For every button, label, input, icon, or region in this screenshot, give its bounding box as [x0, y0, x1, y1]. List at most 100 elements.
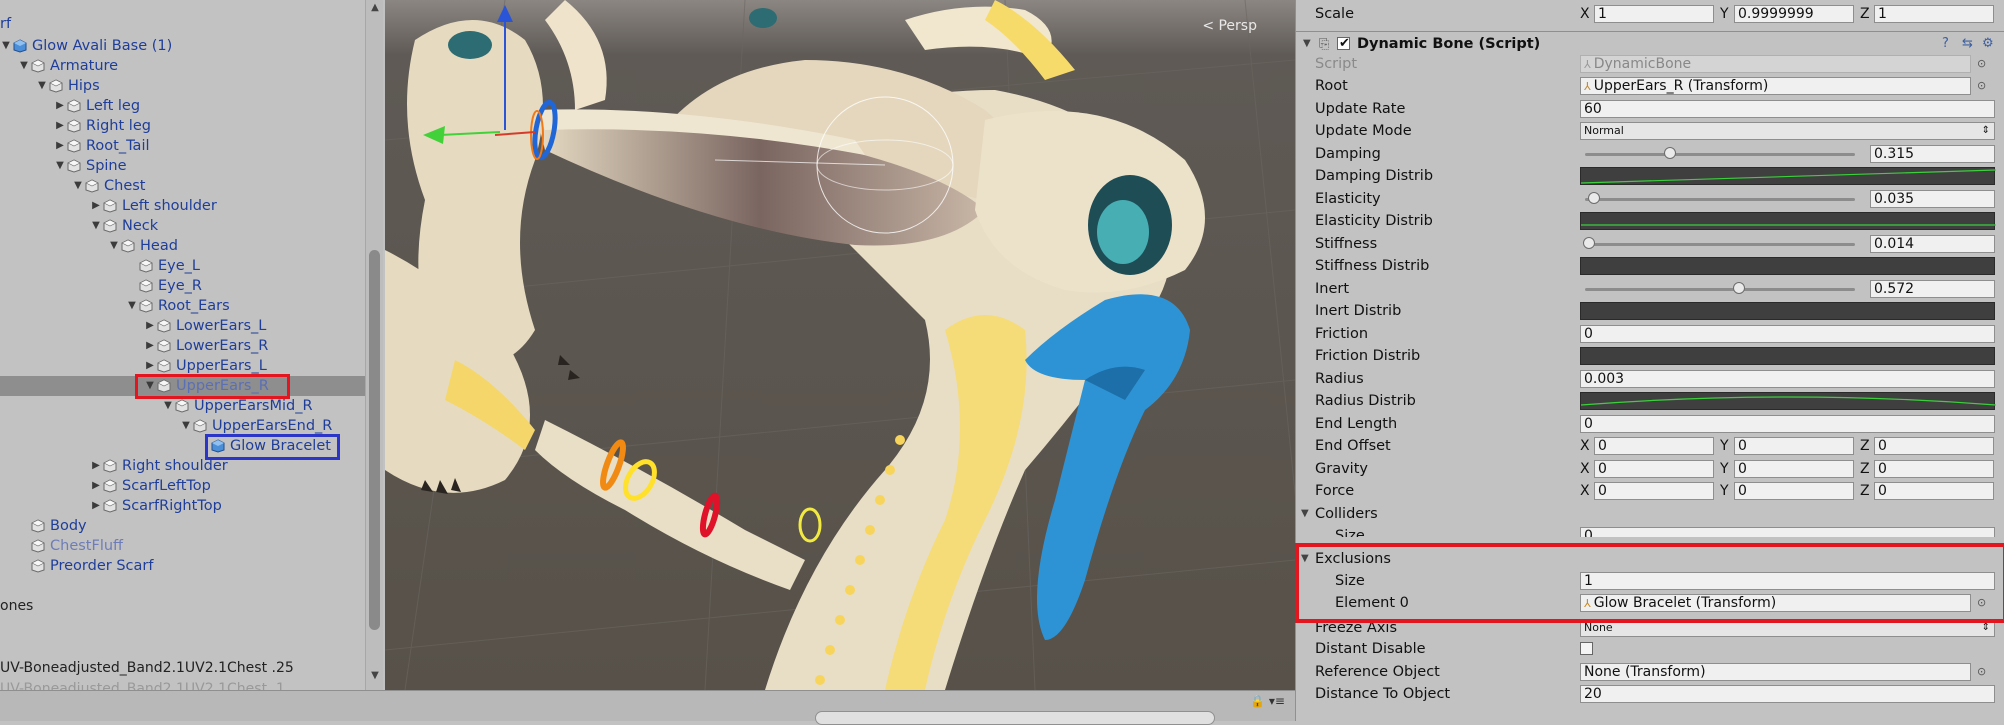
object-picker-icon[interactable]: ⊙: [1977, 53, 1986, 75]
component-enabled-checkbox[interactable]: ✔: [1337, 36, 1350, 51]
hierarchy-item[interactable]: Preorder Scarf: [0, 556, 365, 576]
update-mode-dropdown[interactable]: Normal: [1580, 122, 1995, 140]
distance-to-object-field[interactable]: 20: [1580, 685, 1995, 703]
object-picker-icon[interactable]: ⊙: [1977, 592, 1986, 614]
force-z-field[interactable]: 0: [1874, 482, 1994, 500]
hierarchy-item[interactable]: ▼ Root_Ears: [0, 296, 365, 316]
damping-distrib-curve[interactable]: [1580, 167, 1997, 185]
end-offset-x-field[interactable]: 0: [1594, 437, 1714, 455]
help-icon[interactable]: ?: [1942, 33, 1949, 55]
hierarchy-item[interactable]: ▶ Left leg: [0, 96, 365, 116]
hierarchy-item[interactable]: ▶ ScarfRightTop: [0, 496, 365, 516]
end-offset-y-field[interactable]: 0: [1734, 437, 1854, 455]
force-x-field[interactable]: 0: [1594, 482, 1714, 500]
radius-field[interactable]: 0.003: [1580, 370, 1995, 388]
hierarchy-item[interactable]: ▼ Head: [0, 236, 365, 256]
fold-open-icon[interactable]: ▼: [18, 56, 30, 76]
stiffness-distrib-curve[interactable]: [1580, 257, 1995, 275]
reference-object-field[interactable]: None (Transform): [1580, 663, 1971, 681]
root-field[interactable]: ⅄ UpperEars_R (Transform): [1580, 77, 1971, 95]
freeze-axis-dropdown[interactable]: None: [1580, 619, 1995, 637]
scale-x-field[interactable]: 1: [1594, 5, 1714, 23]
damping-value-field[interactable]: 0.315: [1870, 145, 1995, 163]
fold-open-icon[interactable]: ▼: [36, 76, 48, 96]
fold-open-icon[interactable]: ▼: [1301, 503, 1309, 525]
hierarchy-item[interactable]: ▼ Hips: [0, 76, 365, 96]
elasticity-slider-track[interactable]: [1585, 198, 1855, 201]
fold-open-icon[interactable]: ▼: [72, 176, 84, 196]
hierarchy-item[interactable]: ▼ Armature: [0, 56, 365, 76]
distant-disable-checkbox[interactable]: [1580, 642, 1593, 655]
hierarchy-item[interactable]: Eye_R: [0, 276, 365, 296]
fold-open-icon[interactable]: ▼: [54, 156, 66, 176]
fold-closed-icon[interactable]: ▶: [90, 476, 102, 496]
hierarchy-item[interactable]: ▶ Left shoulder: [0, 196, 365, 216]
scale-y-field[interactable]: 0.9999999: [1734, 5, 1854, 23]
fold-open-icon[interactable]: ▼: [108, 236, 120, 256]
gravity-y-field[interactable]: 0: [1734, 460, 1854, 478]
inert-slider-handle[interactable]: [1733, 282, 1746, 294]
object-picker-icon[interactable]: ⊙: [1977, 661, 1986, 683]
fold-open-icon[interactable]: ▼: [0, 36, 12, 56]
scale-z-field[interactable]: 1: [1874, 5, 1994, 23]
fold-closed-icon[interactable]: ▶: [90, 456, 102, 476]
stiffness-slider-handle[interactable]: [1582, 237, 1595, 249]
update-rate-field[interactable]: 60: [1580, 100, 1995, 118]
fold-closed-icon[interactable]: ▶: [90, 196, 102, 216]
colliders-size-field[interactable]: 0: [1580, 527, 1995, 537]
fold-open-icon[interactable]: ▼: [1303, 33, 1311, 55]
component-header[interactable]: ▼ ⎘ ✔ Dynamic Bone (Script)? ⇆ ⚙: [1295, 33, 2004, 55]
fold-closed-icon[interactable]: ▶: [144, 316, 156, 336]
persp-label[interactable]: < Persp: [1202, 18, 1257, 34]
fold-open-icon[interactable]: ▼: [1301, 548, 1309, 570]
asset-name-line-1[interactable]: UV-Boneadjusted_Band2.1UV2.1Chest .25: [0, 660, 294, 676]
gear-icon[interactable]: ⚙: [1982, 33, 1994, 55]
scrollbar-thumb[interactable]: [369, 250, 380, 630]
hierarchy-item[interactable]: ▶ UpperEars_L: [0, 356, 365, 376]
elasticity-value-field[interactable]: 0.035: [1870, 190, 1995, 208]
inert-value-field[interactable]: 0.572: [1870, 280, 1995, 298]
elasticity-distrib-curve[interactable]: [1580, 212, 1996, 230]
gravity-x-field[interactable]: 0: [1594, 460, 1714, 478]
hierarchy-item[interactable]: ▼ Spine: [0, 156, 365, 176]
fold-closed-icon[interactable]: ▶: [54, 136, 66, 156]
object-picker-icon[interactable]: ⊙: [1977, 75, 1986, 97]
hierarchy-item[interactable]: Eye_L: [0, 256, 365, 276]
end-offset-z-field[interactable]: 0: [1874, 437, 1994, 455]
fold-open-icon[interactable]: ▼: [162, 396, 174, 416]
hierarchy-item[interactable]: ▼ Neck: [0, 216, 365, 236]
hierarchy-item[interactable]: Body: [0, 516, 365, 536]
elasticity-slider-handle[interactable]: [1588, 192, 1601, 204]
scroll-up-icon[interactable]: ▲: [366, 2, 384, 13]
stiffness-value-field[interactable]: 0.014: [1870, 235, 1995, 253]
fold-closed-icon[interactable]: ▶: [90, 496, 102, 516]
hierarchy-item[interactable]: ChestFluff: [0, 536, 365, 556]
preset-icon[interactable]: ⇆: [1962, 33, 1973, 55]
end-length-field[interactable]: 0: [1580, 415, 1995, 433]
exclusions-element0-field[interactable]: ⅄ Glow Bracelet (Transform): [1580, 594, 1971, 612]
friction-distrib-curve[interactable]: [1580, 347, 1995, 365]
damping-slider-handle[interactable]: [1664, 147, 1677, 159]
hierarchy-item[interactable]: ▶ LowerEars_L: [0, 316, 365, 336]
fold-closed-icon[interactable]: ▶: [144, 336, 156, 356]
hierarchy-bones-text[interactable]: ones: [0, 598, 33, 614]
search-field[interactable]: [815, 711, 1215, 725]
fold-closed-icon[interactable]: ▶: [54, 96, 66, 116]
exclusions-size-field[interactable]: 1: [1580, 572, 1995, 590]
hierarchy-item[interactable]: ▶ Right leg: [0, 116, 365, 136]
inert-distrib-curve[interactable]: [1580, 302, 1995, 320]
inert-slider-track[interactable]: [1585, 288, 1855, 291]
damping-slider-track[interactable]: [1585, 153, 1855, 156]
hierarchy-item[interactable]: ▼ Chest: [0, 176, 365, 196]
hierarchy-item[interactable]: ▶ ScarfLeftTop: [0, 476, 365, 496]
hierarchy-item[interactable]: ▼ Glow Avali Base (1): [0, 36, 365, 56]
hierarchy-item[interactable]: ▶ LowerEars_R: [0, 336, 365, 356]
gravity-z-field[interactable]: 0: [1874, 460, 1994, 478]
friction-field[interactable]: 0: [1580, 325, 1995, 343]
radius-distrib-curve[interactable]: [1580, 392, 1997, 410]
hierarchy-item[interactable]: ▼ UpperEarsEnd_R: [0, 416, 365, 436]
scene-view[interactable]: < Persp: [385, 0, 1295, 690]
lock-icon[interactable]: 🔒 ▾≡: [1250, 694, 1285, 708]
hierarchy-item[interactable]: ▶ Root_Tail: [0, 136, 365, 156]
hierarchy-scrollbar[interactable]: ▲ ▼: [365, 0, 383, 690]
